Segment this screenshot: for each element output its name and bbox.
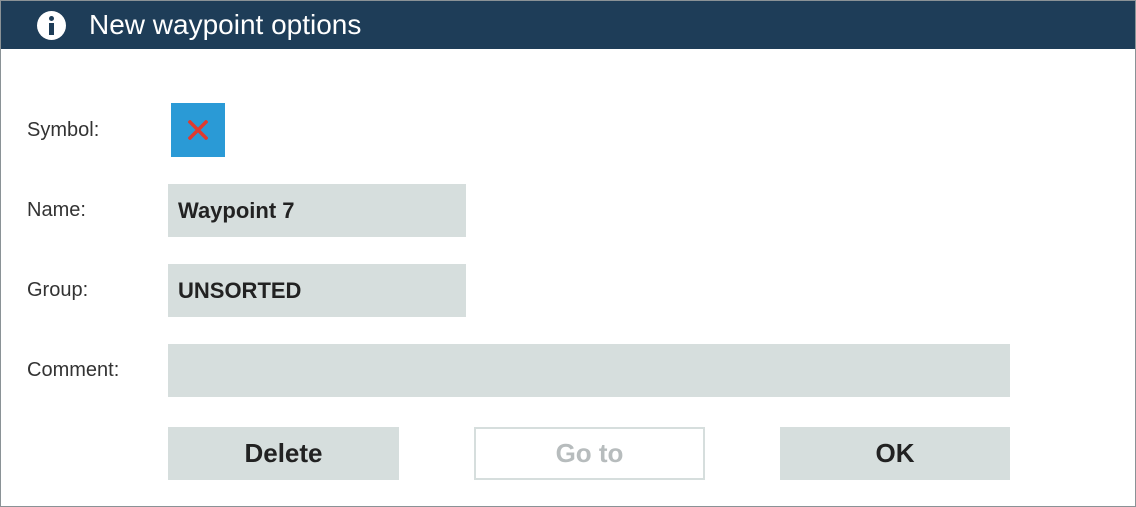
symbol-label: Symbol:: [27, 119, 100, 141]
info-icon-stem: [49, 23, 54, 35]
group-field[interactable]: UNSORTED: [168, 264, 466, 317]
waypoint-options-dialog: New waypoint options Symbol: Name: Waypo…: [0, 0, 1136, 507]
info-icon-dot: [49, 16, 54, 21]
group-label: Group:: [27, 279, 89, 301]
comment-field[interactable]: [168, 344, 1010, 397]
name-field[interactable]: Waypoint 7: [168, 184, 466, 237]
comment-label: Comment:: [27, 359, 120, 381]
dialog-title: New waypoint options: [89, 9, 362, 40]
delete-button[interactable]: Delete: [168, 427, 399, 480]
x-mark-icon: [188, 120, 208, 140]
name-label: Name:: [27, 199, 86, 221]
goto-button[interactable]: Go to: [474, 427, 705, 480]
ok-button[interactable]: OK: [780, 427, 1010, 480]
title-bar: New waypoint options: [1, 1, 1135, 49]
symbol-button[interactable]: [171, 103, 225, 157]
info-icon: [37, 11, 66, 40]
